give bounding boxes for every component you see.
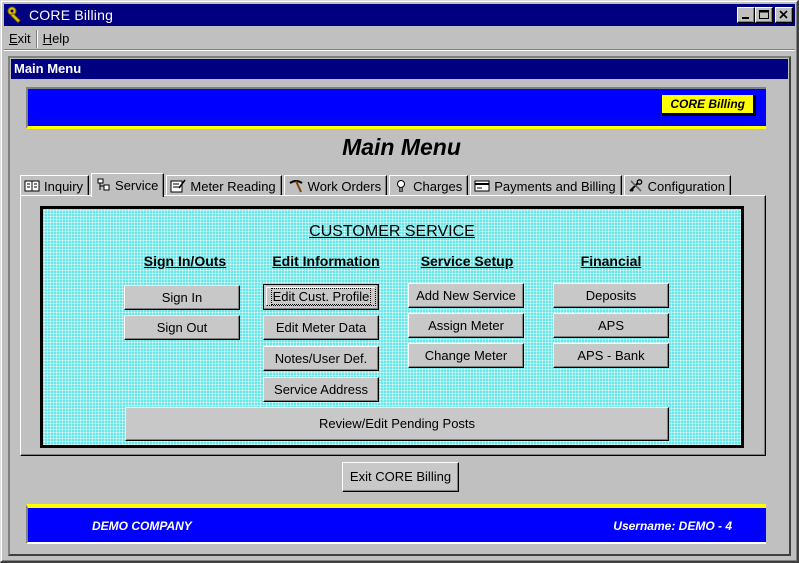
service-address-button[interactable]: Service Address (263, 377, 379, 402)
aps-button[interactable]: APS (553, 313, 669, 338)
tab-meter-reading-label: Meter Reading (190, 178, 276, 194)
footer-banner: DEMO COMPANY Username: DEMO - 4 (26, 504, 766, 544)
service-tab-panel: CUSTOMER SERVICE Sign In/Outs Edit Infor… (20, 195, 766, 456)
tab-strip: Inquiry Service Meter Reading Work Order… (20, 172, 733, 197)
tab-inquiry[interactable]: Inquiry (20, 175, 90, 196)
deposits-button[interactable]: Deposits (553, 283, 669, 308)
sign-out-button[interactable]: Sign Out (124, 315, 240, 340)
tab-charges-label: Charges (413, 178, 463, 194)
book-icon (24, 180, 40, 192)
maximize-icon (759, 10, 769, 19)
pickaxe-icon (289, 180, 303, 193)
notes-user-def-button[interactable]: Notes/User Def. (263, 346, 379, 371)
window-controls (737, 7, 793, 23)
company-name: DEMO COMPANY (92, 519, 192, 533)
header-banner: CORE Billing (26, 87, 766, 129)
tab-work-orders[interactable]: Work Orders (283, 175, 388, 196)
minimize-button[interactable] (737, 7, 755, 23)
edit-information-heading: Edit Information (272, 253, 380, 269)
exit-core-billing-button[interactable]: Exit CORE Billing (342, 462, 459, 492)
edit-cust-profile-focus: Edit Cust. Profile (266, 287, 376, 306)
menu-exit-rest: xit (17, 31, 31, 46)
tab-configuration-label: Configuration (647, 178, 725, 194)
tab-inquiry-label: Inquiry (44, 178, 84, 194)
tab-payments-and-billing[interactable]: Payments and Billing (470, 175, 622, 196)
assign-meter-button[interactable]: Assign Meter (408, 313, 524, 338)
notepad-icon (170, 179, 186, 193)
service-icon (97, 178, 110, 191)
child-window-title: Main Menu (14, 61, 82, 76)
service-setup-heading: Service Setup (420, 253, 514, 269)
username-label: Username: DEMO - 4 (613, 519, 732, 533)
brand-badge: CORE Billing (662, 95, 756, 116)
add-new-service-button[interactable]: Add New Service (408, 283, 524, 308)
tools-icon (628, 179, 643, 192)
edit-cust-profile-label: Edit Cust. Profile (270, 288, 372, 305)
customer-service-heading: CUSTOMER SERVICE (309, 223, 475, 240)
sign-in-outs-heading: Sign In/Outs (143, 253, 227, 269)
aps-bank-button[interactable]: APS - Bank (553, 343, 669, 368)
menu-exit-accel: E (9, 31, 18, 46)
close-icon (779, 10, 788, 19)
tab-work-orders-label: Work Orders (307, 178, 382, 194)
tab-configuration[interactable]: Configuration (623, 175, 731, 196)
menu-exit[interactable]: Exit (4, 31, 36, 46)
tab-payments-and-billing-label: Payments and Billing (494, 178, 616, 194)
title-bar[interactable]: CORE Billing (4, 4, 795, 26)
main-menu-window: Main Menu CORE Billing Main Menu Inquiry… (8, 56, 791, 556)
sign-in-button[interactable]: Sign In (124, 285, 240, 310)
app-window: CORE Billing Exit Help Main Menu CORE Bi… (0, 0, 799, 563)
edit-cust-profile-button[interactable]: Edit Cust. Profile (263, 284, 379, 310)
change-meter-button[interactable]: Change Meter (408, 343, 524, 368)
edit-meter-data-button[interactable]: Edit Meter Data (263, 315, 379, 340)
customer-service-panel: CUSTOMER SERVICE Sign In/Outs Edit Infor… (40, 206, 744, 448)
menu-help-rest: elp (52, 31, 70, 46)
menu-bar: Exit Help (4, 28, 795, 50)
menu-help[interactable]: Help (38, 31, 75, 46)
tab-charges[interactable]: Charges (389, 175, 469, 196)
financial-heading: Financial (580, 253, 642, 269)
tab-meter-reading[interactable]: Meter Reading (166, 175, 282, 196)
close-button[interactable] (775, 7, 793, 23)
review-edit-pending-posts-button[interactable]: Review/Edit Pending Posts (125, 407, 669, 441)
minimize-icon (742, 17, 749, 19)
tab-service[interactable]: Service (91, 173, 165, 197)
maximize-button[interactable] (755, 7, 773, 23)
card-icon (474, 180, 490, 192)
tab-service-label: Service (115, 177, 159, 193)
menu-help-accel: H (42, 31, 53, 46)
page-title: Main Menu (342, 134, 461, 160)
lightbulb-icon (397, 180, 406, 192)
window-title: CORE Billing (29, 7, 114, 23)
app-key-icon (7, 6, 21, 24)
child-title-bar[interactable]: Main Menu (11, 59, 788, 79)
